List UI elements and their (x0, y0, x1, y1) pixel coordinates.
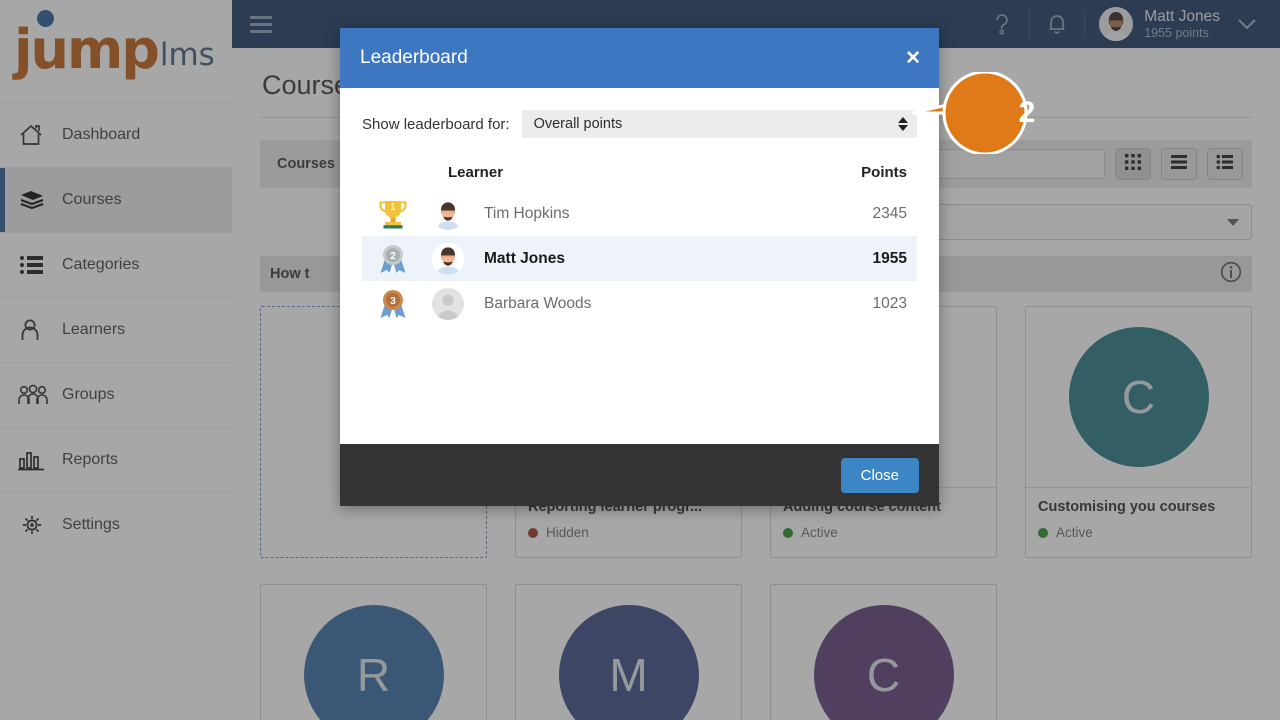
modal-title: Leaderboard (360, 47, 468, 68)
modal-header: Leaderboard ✕ (340, 28, 939, 88)
learner-points: 1955 (872, 249, 907, 267)
learner-points: 2345 (872, 204, 907, 222)
learner-name: Barbara Woods (484, 294, 592, 312)
svg-text:3: 3 (390, 296, 396, 307)
close-icon[interactable]: ✕ (905, 49, 921, 68)
leaderboard-select[interactable]: Overall points (521, 110, 917, 138)
callout-marker: 2 (912, 72, 1072, 154)
leaderboard-table: Learner Points 1 Tim Hopkins 2345 2 Matt… (362, 164, 917, 326)
leaderboard-filter-row: Show leaderboard for: Overall points (362, 110, 917, 138)
avatar (432, 242, 468, 275)
callout-number: 2 (1018, 96, 1036, 129)
modal-body: Show leaderboard for: Overall points Lea… (340, 88, 939, 444)
table-row[interactable]: 2 Matt Jones 1955 (362, 236, 917, 281)
svg-text:2: 2 (390, 251, 396, 262)
table-header: Learner Points (362, 164, 917, 181)
close-button[interactable]: Close (840, 457, 919, 493)
table-row[interactable]: 1 Tim Hopkins 2345 (362, 191, 917, 236)
table-row[interactable]: 3 Barbara Woods 1023 (362, 281, 917, 326)
silver-medal-icon: 2 (380, 244, 406, 273)
svg-text:1: 1 (390, 202, 396, 213)
rank-badge: 3 (362, 287, 432, 321)
rank-badge: 1 (362, 197, 432, 231)
modal-footer: Close (340, 444, 939, 506)
leaderboard-select-label: Show leaderboard for: (362, 115, 510, 133)
bronze-medal-icon: 3 (380, 289, 406, 318)
learner-name: Tim Hopkins (484, 204, 570, 222)
up-down-arrows-icon (898, 117, 908, 131)
gold-trophy-icon: 1 (379, 200, 407, 228)
avatar (432, 197, 468, 230)
app-root: jump lms Dashboard Courses Categories Le… (0, 0, 1280, 720)
leaderboard-select-value: Overall points (533, 116, 623, 132)
column-header-learner: Learner (448, 164, 504, 181)
avatar (432, 287, 468, 320)
learner-points: 1023 (872, 294, 907, 312)
rank-badge: 2 (362, 242, 432, 276)
learner-name: Matt Jones (484, 249, 565, 267)
column-header-points: Points (861, 164, 907, 181)
leaderboard-modal: Leaderboard ✕ Show leaderboard for: Over… (340, 28, 939, 506)
